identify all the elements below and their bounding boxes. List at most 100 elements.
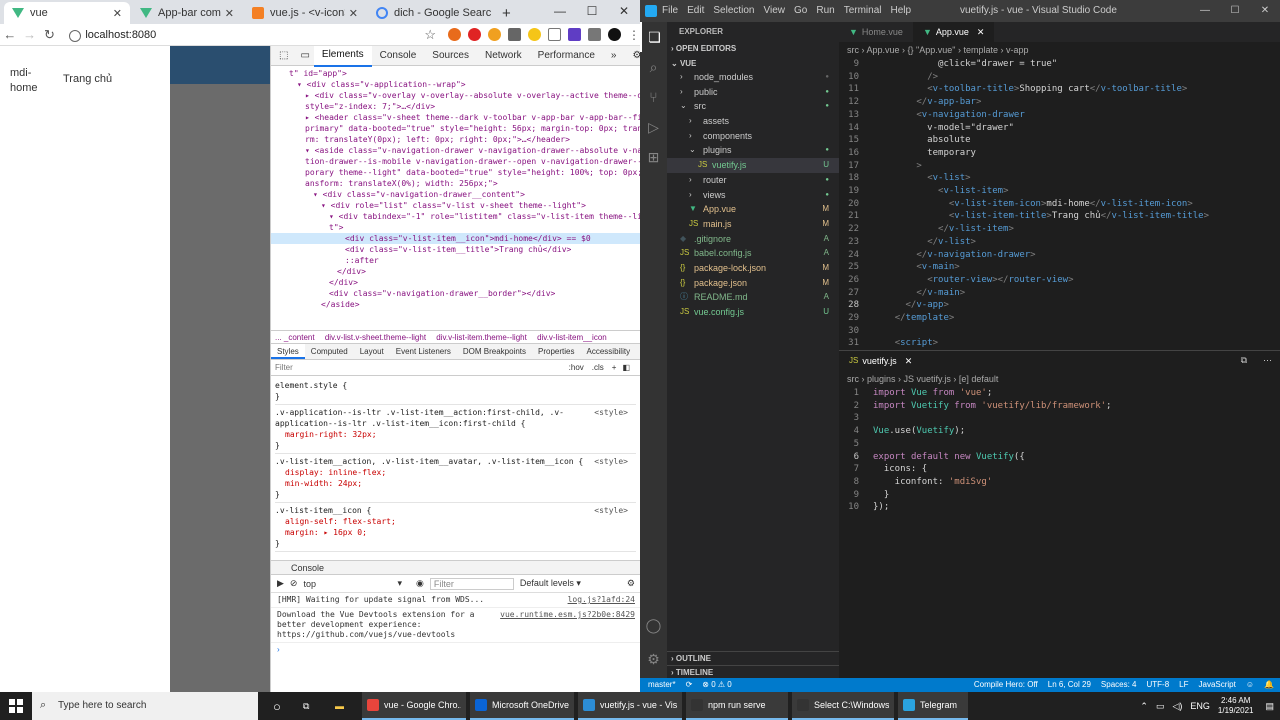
menu-file[interactable]: File [662,0,678,22]
notifications-icon[interactable]: ▤ [1265,701,1274,712]
gear-icon[interactable]: ⚙ [640,644,667,674]
dom-node[interactable]: ▾ <aside class="v-navigation-drawer v-na… [271,145,640,156]
taskbar-app[interactable]: Select C:\Windows... [792,692,894,720]
code-line[interactable]: 13 <v-navigation-drawer [839,109,1280,122]
code-line[interactable]: 10 /> [839,71,1280,84]
rule-property[interactable]: align-self: flex-start; [275,516,636,527]
forward-icon[interactable]: → [20,27,40,42]
more-actions-icon[interactable]: ⋯ [1255,351,1280,371]
close-icon[interactable]: ✕ [345,7,358,20]
code-line[interactable]: 1 import Vue from 'vue'; [839,387,1280,400]
dom-node[interactable]: ▸ <header class="v-sheet theme--dark v-t… [271,112,640,123]
dom-node[interactable]: ▾ <div class="v-application--wrap"> [271,79,640,90]
run-debug-icon[interactable]: ▷ [640,112,667,142]
code-line[interactable]: 23 </v-list> [839,236,1280,249]
extension-icon[interactable] [448,28,461,41]
minimize-icon[interactable]: — [544,0,576,24]
file-tree-item[interactable]: ⌄ plugins ● [667,143,839,158]
tab-network[interactable]: Network [477,46,530,66]
menu-selection[interactable]: Selection [713,0,754,22]
code-line[interactable]: 14 v-model="drawer" [839,122,1280,135]
file-tree-item[interactable]: ⌄ src ● [667,99,839,114]
code-line[interactable]: 30 [839,325,1280,338]
adblock-icon[interactable] [468,28,481,41]
chevron-down-icon[interactable]: ▾ [397,578,402,589]
dom-node[interactable]: </aside> [271,299,640,310]
message-source-link[interactable]: vue.runtime.esm.js?2b0e:8429 [500,610,635,640]
code-line[interactable]: 21 <v-list-item-title>Trang chủ</v-list-… [839,210,1280,223]
file-tree-item[interactable]: › components [667,129,839,144]
search-icon[interactable]: ⌕ [640,52,667,82]
chevron-up-icon[interactable]: ⌃ [1140,701,1148,712]
breadcrumb-item[interactable]: div.v-list-item__icon [537,333,607,342]
code-line[interactable]: 27 </v-main> [839,287,1280,300]
tab-event-listeners[interactable]: Event Listeners [390,344,457,359]
taskbar-app[interactable]: npm run serve [686,692,788,720]
menu-edit[interactable]: Edit [687,0,704,22]
dom-node[interactable]: ansform: translateX(0%); width: 256px;"> [271,178,640,189]
dom-node[interactable]: <div class="v-list-item__title">Trang ch… [271,244,640,255]
dom-node[interactable]: rm: translateY(0px); left: 0px; right: 0… [271,134,640,145]
network-icon[interactable]: ▭ [1156,701,1165,712]
tab-home-vue[interactable]: ▼ Home.vue [839,22,913,42]
code-line[interactable]: 29 </template> [839,312,1280,325]
dom-node[interactable]: <div class="v-navigation-drawer__border"… [271,288,640,299]
rule-property[interactable]: min-width: 24px; [275,478,636,489]
puzzle-icon[interactable] [588,28,601,41]
code-line[interactable]: 2 import Vuetify from 'vuetify/lib/framew… [839,400,1280,413]
eye-icon[interactable]: ◉ [416,578,424,589]
breadcrumb-item[interactable]: div.v-list.v-sheet.theme--light [325,333,426,342]
code-line[interactable]: 26 <router-view></router-view> [839,274,1280,287]
task-view-icon[interactable]: ⧉ [298,692,314,720]
taskbar-app[interactable]: Microsoft OneDrive [470,692,574,720]
code-line[interactable]: 25 <v-main> [839,261,1280,274]
extension-icon[interactable] [508,28,521,41]
reload-icon[interactable]: ↻ [40,27,60,43]
add-rule-icon[interactable]: + [612,360,617,375]
code-line[interactable]: 22 </v-list-item> [839,223,1280,236]
close-icon[interactable]: ✕ [905,351,913,371]
back-icon[interactable]: ← [0,27,20,42]
tab-app-vue[interactable]: ▼ App.vue ✕ [912,22,995,42]
file-tree-item[interactable]: › router ● [667,173,839,188]
code-line[interactable]: 17 > [839,160,1280,173]
tab-console[interactable]: Console [372,46,425,66]
rule-property[interactable]: margin-right: 32px; [275,429,636,440]
dom-node-selected[interactable]: <div class="v-list-item__icon">mdi-home<… [271,233,640,244]
tab-computed[interactable]: Computed [305,344,354,359]
git-branch[interactable]: master* [648,678,676,692]
json-icon[interactable] [548,28,561,41]
new-tab-button[interactable]: + [494,2,516,24]
tab-styles[interactable]: Styles [271,344,305,359]
menu-terminal[interactable]: Terminal [844,0,882,22]
clear-console-icon[interactable]: ⊘ [290,578,298,589]
problems-indicator[interactable]: ⊗ 0 ⚠ 0 [702,678,731,692]
code-line[interactable]: 12 </v-app-bar> [839,96,1280,109]
log-levels-select[interactable]: Default levels ▾ [520,578,581,589]
editor-breadcrumb[interactable]: src › plugins › JS vuetify.js › [e] defa… [839,371,1280,387]
file-tree-item[interactable]: › assets [667,114,839,129]
file-tree-item[interactable]: {} package-lock.json M [667,261,839,276]
code-line[interactable]: 16 temporary [839,147,1280,160]
close-window-icon[interactable]: ✕ [1250,0,1280,22]
cortana-icon[interactable]: ○ [268,692,286,720]
message-source-link[interactable]: log.js?1afd:24 [568,595,635,605]
dom-node[interactable]: ▸ <div class="v-overlay v-overlay--absol… [271,90,640,101]
dom-node[interactable]: tion-drawer--is-mobile v-navigation-draw… [271,156,640,167]
breadcrumb-item[interactable]: div.v-list-item.theme--light [436,333,527,342]
language-indicator[interactable]: ENG [1190,701,1210,711]
extension-icon[interactable] [568,28,581,41]
url-input[interactable]: localhost:8080 [65,26,410,44]
volume-icon[interactable]: ◁) [1172,701,1182,712]
list-item[interactable]: mdi-home Trang chủ [10,66,160,96]
code-line[interactable]: 15 absolute [839,134,1280,147]
code-line[interactable]: 11 <v-toolbar-title>Shopping cart</v-too… [839,83,1280,96]
code-line[interactable]: 7 icons: { [839,463,1280,476]
dom-node[interactable]: ▾ <div class="v-navigation-drawer__conte… [271,189,640,200]
windows-start-icon[interactable] [0,692,32,720]
file-tree-item[interactable]: ⓘ README.md A [667,290,839,305]
clock[interactable]: 2:46 AM 1/19/2021 [1218,696,1254,716]
hov-button[interactable]: :hov [569,360,584,375]
dom-node[interactable]: ▾ <div tabindex="-1" role="listitem" cla… [271,211,640,222]
sidebar-icon[interactable]: ▶ [277,578,284,589]
